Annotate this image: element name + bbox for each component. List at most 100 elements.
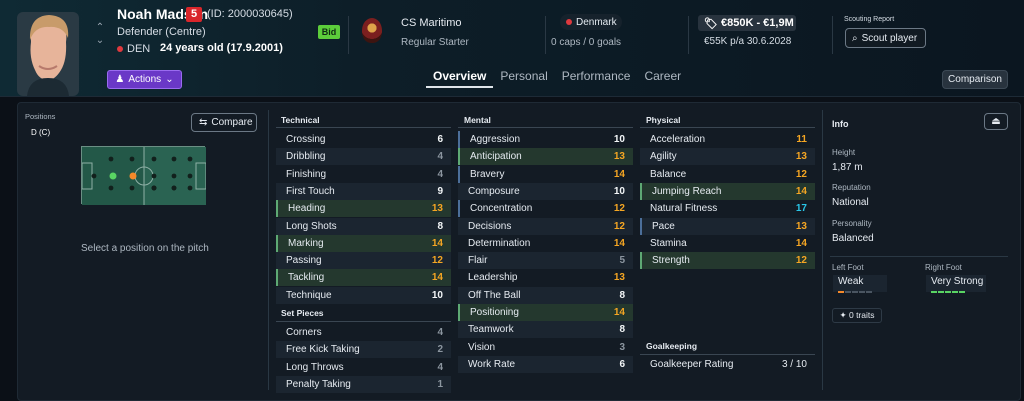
attribute-row[interactable]: Finishing 4 bbox=[276, 166, 451, 183]
attribute-row[interactable]: Balance 12 bbox=[640, 166, 815, 183]
attribute-row[interactable]: Decisions 12 bbox=[458, 217, 633, 235]
pitch-hint: Select a position on the pitch bbox=[81, 243, 209, 254]
selected-position-dot bbox=[129, 172, 137, 180]
player-header: ⌃ ⌄ Noah Madsen 5 (ID: 2000030645) Defen… bbox=[0, 0, 1024, 97]
position-pitch[interactable] bbox=[81, 146, 207, 205]
compare-button[interactable]: ⇆ Compare bbox=[191, 113, 257, 132]
attribute-row[interactable]: Crossing 6 bbox=[276, 131, 451, 148]
attribute-row[interactable]: Flair 5 bbox=[458, 252, 633, 270]
player-age: 24 years old (17.9.2001) bbox=[160, 42, 283, 54]
attribute-value: 17 bbox=[795, 203, 807, 215]
attribute-row[interactable]: Agility 13 bbox=[640, 148, 815, 166]
attribute-name: Long Shots bbox=[286, 220, 337, 232]
attribute-row[interactable]: Marking 14 bbox=[276, 234, 451, 252]
height-label: Height bbox=[832, 148, 856, 157]
header-divider bbox=[545, 16, 546, 54]
attribute-row[interactable]: Strength 12 bbox=[640, 252, 815, 270]
attribute-name: Work Rate bbox=[468, 358, 516, 370]
header-divider bbox=[688, 16, 689, 54]
bid-badge[interactable]: Bid bbox=[318, 25, 340, 39]
attribute-row[interactable]: Dribbling 4 bbox=[276, 148, 451, 166]
tab-personal[interactable]: Personal bbox=[493, 66, 554, 88]
attribute-row[interactable]: Heading 13 bbox=[276, 200, 451, 218]
attribute-row[interactable]: Stamina 14 bbox=[640, 235, 815, 252]
attribute-row[interactable]: Leadership 13 bbox=[458, 269, 633, 286]
attribute-row[interactable]: Free Kick Taking 2 bbox=[276, 341, 451, 359]
attribute-value: 1 bbox=[437, 378, 443, 390]
attribute-value: 4 bbox=[437, 151, 443, 163]
attribute-row[interactable]: Natural Fitness 17 bbox=[640, 200, 815, 217]
tab-performance[interactable]: Performance bbox=[555, 66, 638, 88]
attribute-row[interactable]: Teamwork 8 bbox=[458, 321, 633, 339]
left-foot-label: Left Foot bbox=[832, 263, 864, 272]
tab-career[interactable]: Career bbox=[637, 66, 688, 88]
profile-tabs: Overview Personal Performance Career bbox=[426, 66, 688, 88]
attribute-row[interactable]: Composure 10 bbox=[458, 182, 633, 200]
attribute-value: 14 bbox=[613, 237, 625, 249]
attribute-value: 13 bbox=[613, 151, 625, 163]
attribute-row[interactable]: Off The Ball 8 bbox=[458, 286, 633, 304]
attribute-row[interactable]: Corners 4 bbox=[276, 324, 451, 341]
traits-badge[interactable]: ✦ 0 traits bbox=[832, 308, 882, 323]
goalkeeper-rating-label: Goalkeeper Rating bbox=[650, 359, 734, 370]
attribute-name: Natural Fitness bbox=[650, 203, 718, 215]
attribute-value: 11 bbox=[796, 134, 807, 145]
heading-rule bbox=[640, 127, 815, 128]
attribute-row[interactable]: Work Rate 6 bbox=[458, 355, 633, 373]
actions-button[interactable]: ♟ Actions ⌄ bbox=[107, 70, 182, 89]
info-person-icon[interactable]: ⏏ bbox=[984, 113, 1008, 130]
column-divider bbox=[822, 110, 823, 390]
chevron-down-icon: ⌄ bbox=[165, 74, 174, 85]
attribute-value: 13 bbox=[431, 203, 443, 215]
info-heading: Info bbox=[832, 119, 849, 129]
next-player-icon[interactable]: ⌄ bbox=[95, 34, 105, 47]
club-name[interactable]: CS Maritimo bbox=[401, 17, 462, 29]
attribute-row[interactable]: Long Shots 8 bbox=[276, 217, 451, 235]
attribute-name: Teamwork bbox=[468, 324, 514, 336]
attribute-name: Anticipation bbox=[470, 151, 522, 163]
attribute-value: 14 bbox=[613, 307, 625, 318]
denmark-flag-icon bbox=[566, 19, 572, 25]
country-badge[interactable]: Denmark bbox=[560, 14, 622, 30]
mental-heading: Mental bbox=[464, 115, 491, 125]
scout-player-button[interactable]: ⌕ Scout player bbox=[845, 28, 926, 48]
attribute-value: 14 bbox=[795, 185, 807, 197]
attribute-row[interactable]: Vision 3 bbox=[458, 339, 633, 356]
positions-label: Positions bbox=[25, 112, 56, 121]
attribute-name: Crossing bbox=[286, 134, 326, 145]
heading-rule bbox=[276, 127, 451, 128]
attribute-row[interactable]: Pace 13 bbox=[640, 217, 815, 235]
attribute-row[interactable]: Bravery 14 bbox=[458, 165, 633, 183]
info-rule bbox=[830, 256, 1008, 257]
attribute-row[interactable]: First Touch 9 bbox=[276, 182, 451, 200]
attribute-row[interactable]: Long Throws 4 bbox=[276, 359, 451, 376]
previous-player-icon[interactable]: ⌃ bbox=[95, 21, 105, 34]
physical-heading: Physical bbox=[646, 115, 681, 125]
attribute-row[interactable]: Penalty Taking 1 bbox=[276, 375, 451, 393]
attribute-row[interactable]: Acceleration 11 bbox=[640, 131, 815, 148]
attribute-value: 3 bbox=[619, 341, 625, 353]
header-divider bbox=[348, 16, 349, 54]
attribute-row[interactable]: Technique 10 bbox=[276, 286, 451, 304]
attribute-name: Off The Ball bbox=[468, 289, 521, 301]
attribute-value: 14 bbox=[431, 272, 443, 284]
attribute-value: 6 bbox=[437, 134, 443, 145]
attribute-name: Positioning bbox=[470, 307, 519, 318]
attribute-row[interactable]: Positioning 14 bbox=[458, 304, 633, 321]
comparison-button[interactable]: Comparison bbox=[942, 70, 1008, 89]
transfer-value-badge: 🏷 €850K - €1,9M bbox=[698, 15, 796, 31]
attribute-row[interactable]: Aggression 10 bbox=[458, 131, 633, 148]
tab-overview[interactable]: Overview bbox=[426, 66, 494, 88]
contract-wage: €55K p/a 30.6.2028 bbox=[704, 36, 792, 47]
attribute-row[interactable]: Tackling 14 bbox=[276, 269, 451, 287]
player-position: Defender (Centre) bbox=[117, 26, 206, 38]
attribute-row[interactable]: Jumping Reach 14 bbox=[640, 182, 815, 200]
attribute-row[interactable]: Passing 12 bbox=[276, 252, 451, 270]
attribute-name: Bravery bbox=[470, 168, 505, 180]
attribute-row[interactable]: Anticipation 13 bbox=[458, 148, 633, 166]
attribute-row[interactable]: Determination 14 bbox=[458, 235, 633, 252]
attribute-name: Long Throws bbox=[286, 361, 344, 373]
reputation-value: National bbox=[832, 197, 869, 208]
attribute-row[interactable]: Concentration 12 bbox=[458, 200, 633, 218]
attribute-name: Dribbling bbox=[286, 151, 326, 163]
